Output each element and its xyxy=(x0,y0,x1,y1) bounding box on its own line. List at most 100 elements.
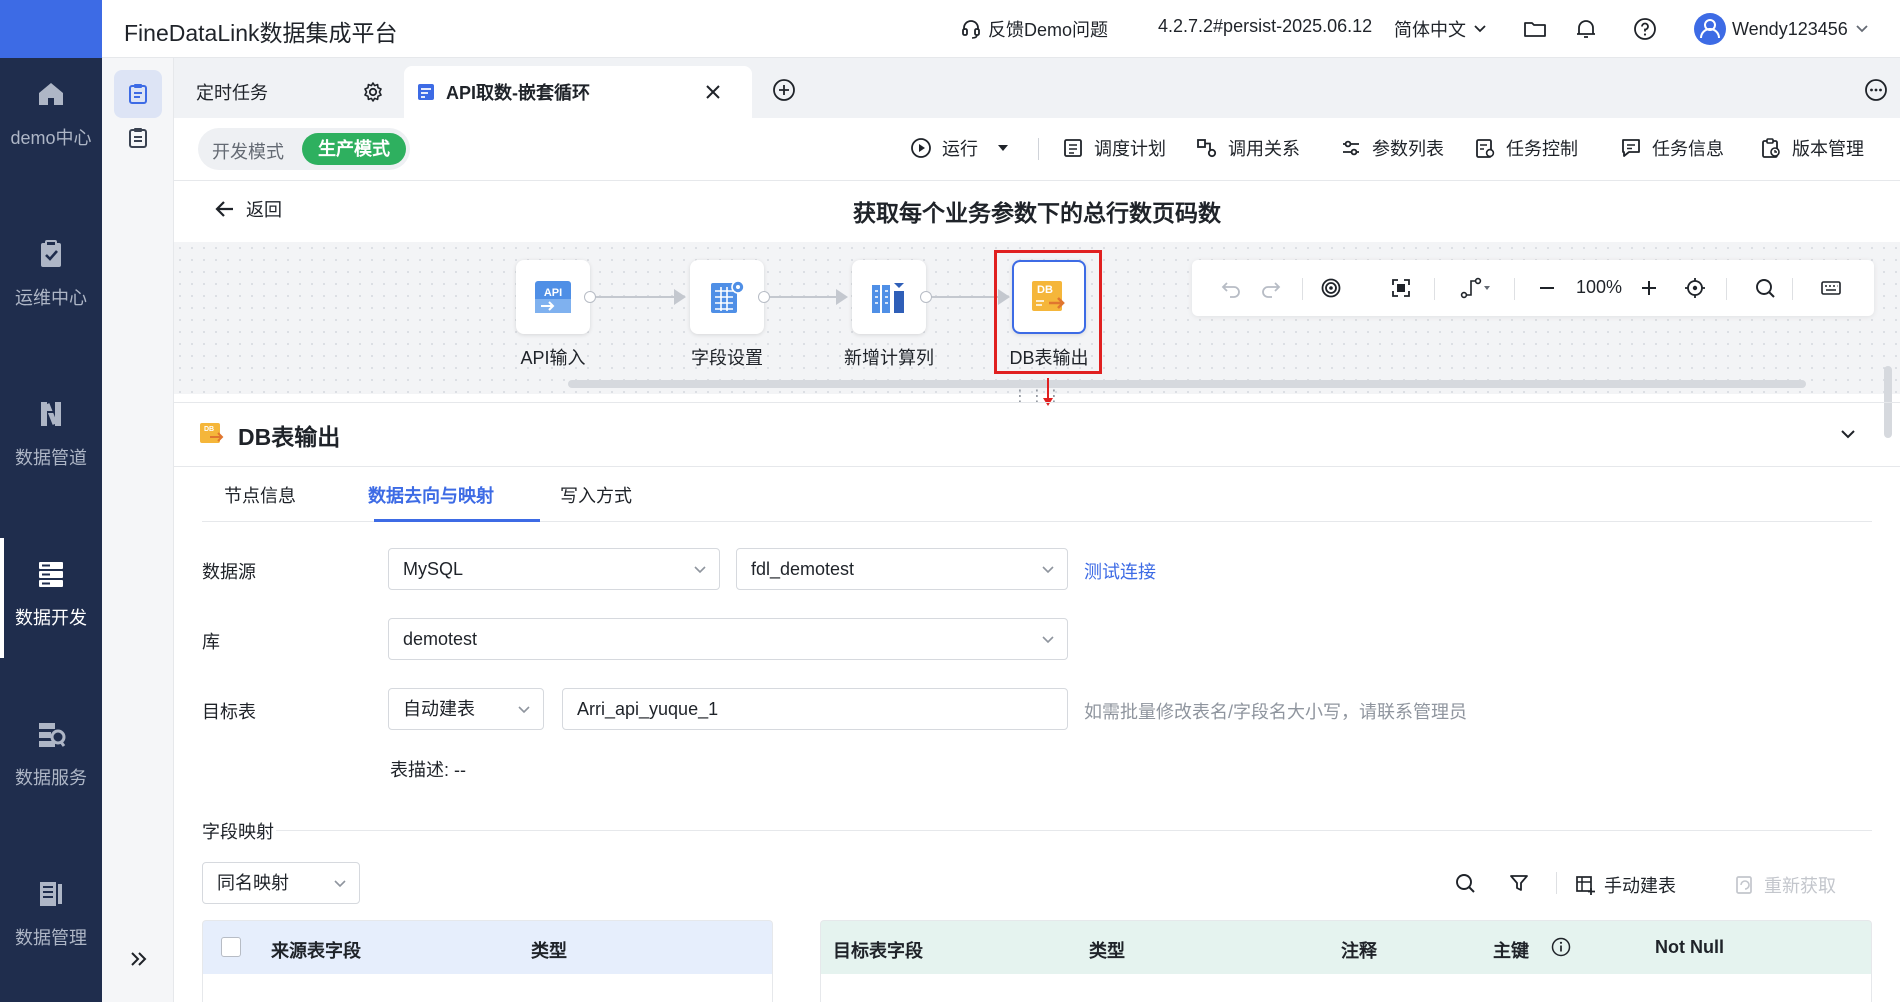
avatar xyxy=(1694,13,1726,45)
refresh-doc-icon xyxy=(1736,876,1752,894)
node-field-settings[interactable] xyxy=(690,260,764,334)
mode-toggle[interactable]: 开发模式 生产模式 xyxy=(198,128,410,170)
clipboard-icon xyxy=(129,128,147,148)
param-list-button[interactable]: 参数列表 xyxy=(1340,135,1444,161)
tab-scheduled-tasks[interactable]: 定时任务 xyxy=(174,66,400,118)
target-mode-select[interactable]: 自动建表 xyxy=(388,688,544,730)
mapping-mode-select[interactable]: 同名映射 xyxy=(202,862,360,904)
panel-divider xyxy=(174,466,1900,467)
keyboard-icon[interactable] xyxy=(1820,277,1842,299)
select-value: 同名映射 xyxy=(217,873,289,893)
undo-icon[interactable] xyxy=(1220,277,1242,299)
section-divider xyxy=(276,830,1872,831)
chevron-down-icon[interactable] xyxy=(1838,424,1858,444)
nav-item-demo-center[interactable]: demo中心 xyxy=(0,58,102,178)
select-value: MySQL xyxy=(403,559,464,579)
source-field-row[interactable] xyxy=(202,974,773,1002)
nav-item-data-pipeline[interactable]: 数据管道 xyxy=(0,378,102,498)
api-icon: API xyxy=(535,281,571,313)
tab-write-mode[interactable]: 写入方式 xyxy=(560,482,632,508)
zoom-out-icon[interactable] xyxy=(1536,277,1558,299)
flow-canvas[interactable]: API API输入 字段设置 新增计算列 DB DB表输出 100% xyxy=(174,242,1900,438)
nav-item-data-manage[interactable]: 数据管理 xyxy=(0,858,102,978)
call-relations-button[interactable]: 调用关系 xyxy=(1196,135,1300,161)
test-connection-link[interactable]: 测试连接 xyxy=(1084,558,1156,584)
help-icon[interactable] xyxy=(1632,16,1658,42)
more-icon[interactable] xyxy=(1864,78,1888,102)
nav-item-data-dev[interactable]: 数据开发 xyxy=(0,538,102,658)
task-doc-icon xyxy=(418,84,434,100)
chevron-down-icon xyxy=(334,880,346,888)
info-icon[interactable] xyxy=(1551,937,1571,957)
add-tab-icon[interactable] xyxy=(772,78,796,102)
task-control-button[interactable]: 任务控制 xyxy=(1474,135,1578,161)
user-menu[interactable]: Wendy123456 xyxy=(1694,13,1870,45)
double-chevron-right-icon[interactable] xyxy=(128,948,150,970)
folder-icon[interactable] xyxy=(1522,16,1548,42)
sliders-icon xyxy=(1343,140,1359,156)
search-icon[interactable] xyxy=(1454,872,1476,894)
app-title: FineDataLink数据集成平台 xyxy=(124,20,398,46)
panel-title: DB表输出 xyxy=(238,424,341,450)
fit-view-icon[interactable] xyxy=(1390,277,1412,299)
target-field-row[interactable] xyxy=(820,974,1872,1002)
refetch-button[interactable]: 重新获取 xyxy=(1734,872,1836,898)
close-icon[interactable] xyxy=(704,83,722,101)
nav-item-ops-center[interactable]: 运维中心 xyxy=(0,218,102,338)
dev-mode-option[interactable]: 开发模式 xyxy=(212,138,284,164)
task-control-icon xyxy=(1476,139,1495,158)
target-table-input[interactable]: Arri_api_yuque_1 xyxy=(562,688,1068,730)
main-panel: 开发模式 生产模式 运行 调度计划 调用关系 参数列表 任务控制 任务信息 版本… xyxy=(174,118,1900,1002)
prod-mode-option[interactable]: 生产模式 xyxy=(302,133,406,165)
task-list-icon xyxy=(129,84,147,104)
table-plus-icon xyxy=(1576,876,1595,895)
task-record-button[interactable] xyxy=(114,114,162,162)
redo-icon[interactable] xyxy=(1260,277,1282,299)
output-port[interactable] xyxy=(920,291,932,303)
header-primary-key: 主键 xyxy=(1493,941,1529,961)
feedback-button[interactable]: 反馈Demo问题 xyxy=(960,16,1108,42)
active-indicator xyxy=(0,538,4,658)
canvas-h-scrollbar[interactable] xyxy=(568,380,1806,388)
bell-icon[interactable] xyxy=(1573,16,1599,42)
datasource-type-select[interactable]: MySQL xyxy=(388,548,720,590)
field-settings-icon xyxy=(711,280,745,313)
task-info-label: 任务信息 xyxy=(1652,139,1724,159)
refetch-label: 重新获取 xyxy=(1764,876,1836,896)
db-icon-text: DB xyxy=(204,426,214,433)
nav-item-data-service[interactable]: 数据服务 xyxy=(0,698,102,818)
select-all-checkbox[interactable] xyxy=(221,937,241,957)
manual-create-table-button[interactable]: 手动建表 xyxy=(1574,872,1676,898)
locate-icon[interactable] xyxy=(1684,277,1706,299)
target-fields-header: 目标表字段 类型 注释 主键 Not Null xyxy=(820,920,1872,974)
node-add-computed-column[interactable] xyxy=(852,260,926,334)
database-select[interactable]: demotest xyxy=(388,618,1068,660)
chevron-down-icon xyxy=(1856,25,1868,33)
play-circle-icon xyxy=(911,138,931,158)
connector-style-icon[interactable] xyxy=(1460,277,1492,299)
gear-icon[interactable] xyxy=(362,81,384,103)
output-port[interactable] xyxy=(758,291,770,303)
run-button[interactable]: 运行 xyxy=(910,135,1010,161)
clipboard-check-icon xyxy=(41,240,61,267)
node-api-input[interactable]: API xyxy=(516,260,590,334)
version-manage-button[interactable]: 版本管理 xyxy=(1760,135,1864,161)
toolbox-separator xyxy=(1302,278,1303,300)
zoom-in-icon[interactable] xyxy=(1638,277,1660,299)
schedule-plan-button[interactable]: 调度计划 xyxy=(1062,135,1166,161)
fingerprint-icon[interactable] xyxy=(1320,277,1342,299)
app-root: FineDataLink数据集成平台 反馈Demo问题 4.2.7.2#pers… xyxy=(0,0,1900,1002)
search-icon[interactable] xyxy=(1754,277,1776,299)
nav-label: demo中心 xyxy=(10,128,92,148)
tab-data-mapping[interactable]: 数据去向与映射 xyxy=(368,482,494,508)
task-dev-button[interactable] xyxy=(114,70,162,118)
database-label: 库 xyxy=(202,632,220,652)
filter-icon[interactable] xyxy=(1508,872,1530,894)
tab-bar: 定时任务 API取数-嵌套循环 xyxy=(174,58,1900,118)
output-port[interactable] xyxy=(584,291,596,303)
datasource-connection-select[interactable]: fdl_demotest xyxy=(736,548,1068,590)
tab-api-nested-loop[interactable]: API取数-嵌套循环 xyxy=(404,66,752,118)
tab-node-info[interactable]: 节点信息 xyxy=(224,482,296,508)
language-select[interactable]: 简体中文 xyxy=(1394,16,1488,42)
task-info-button[interactable]: 任务信息 xyxy=(1620,135,1724,161)
